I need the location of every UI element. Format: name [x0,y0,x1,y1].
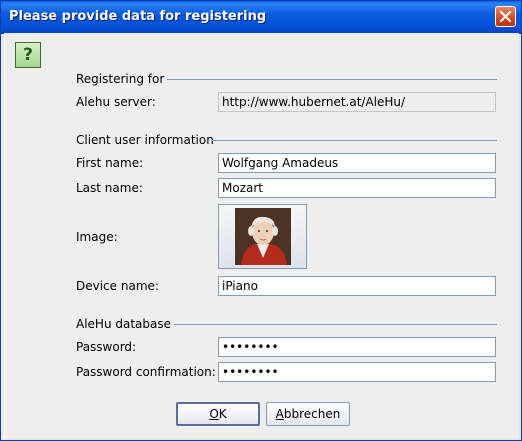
register-dialog: Please provide data for registering ? Re… [0,0,522,441]
device-name-field[interactable] [218,276,496,296]
section-client: Client user information [76,133,497,149]
close-icon [500,11,511,22]
password-confirmation-label: Password confirmation: [76,365,216,379]
image-label: Image: [76,230,118,244]
dialog-content: ? Registering for Alehu server: Client u… [4,33,519,439]
section-database: AleHu database [76,317,497,333]
image-button[interactable] [218,204,307,269]
cancel-label-rest: bbrechen [283,407,341,421]
password-confirmation-field[interactable] [218,362,496,382]
first-name-label: First name: [76,156,144,170]
ok-label-rest: K [218,407,227,421]
window-title: Please provide data for registering [9,9,267,24]
section-divider [212,140,497,141]
password-label: Password: [76,340,137,354]
title-bar[interactable]: Please provide data for registering [1,1,521,34]
section-title-client: Client user information [76,133,214,147]
last-name-label: Last name: [76,181,143,195]
cancel-button[interactable]: Abbrechen [266,402,350,426]
section-divider [167,79,497,80]
server-field [218,92,496,112]
question-icon: ? [15,42,41,68]
first-name-field[interactable] [218,153,496,173]
device-name-label: Device name: [76,279,159,293]
section-title-registering: Registering for [76,72,165,86]
section-registering: Registering for [76,72,497,88]
ok-button[interactable]: OK [176,402,260,426]
password-field[interactable] [218,337,496,357]
server-label: Alehu server: [76,95,156,109]
cancel-mnemonic: A [275,407,284,421]
portrait-image [235,208,291,265]
section-divider [174,324,497,325]
last-name-field[interactable] [218,178,496,198]
section-title-database: AleHu database [76,317,172,331]
close-button[interactable] [495,6,516,27]
ok-mnemonic: O [209,407,219,421]
